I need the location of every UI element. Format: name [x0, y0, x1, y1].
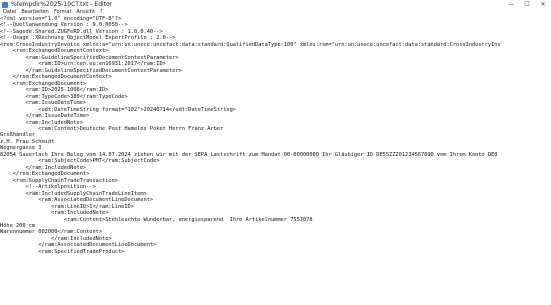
close-button[interactable]: ✕ — [535, 0, 551, 9]
window-controls: — ☐ ✕ — [503, 0, 551, 9]
text-editor-area[interactable]: <?xml version="1.0" encoding="UTF-8"?> <!… — [0, 16, 551, 305]
notepad-icon — [2, 1, 8, 8]
minimize-button[interactable]: — — [503, 0, 519, 9]
menu-edit[interactable]: Bearbeiten — [18, 9, 50, 16]
menu-help[interactable]: ? — [97, 9, 105, 16]
maximize-button[interactable]: ☐ — [519, 0, 535, 9]
text-line: <ram:SpecifiedTradeProduct> — [0, 248, 125, 255]
menu-bar: Datei Bearbeiten Format Ansicht ? — [0, 9, 551, 16]
window-title: %tempdir%2025-10CT.txt - Editor — [11, 1, 113, 8]
menu-file[interactable]: Datei — [0, 9, 18, 16]
menu-format[interactable]: Format — [51, 9, 74, 16]
title-bar: %tempdir%2025-10CT.txt - Editor — ☐ ✕ — [0, 0, 551, 9]
menu-view[interactable]: Ansicht — [73, 9, 96, 16]
